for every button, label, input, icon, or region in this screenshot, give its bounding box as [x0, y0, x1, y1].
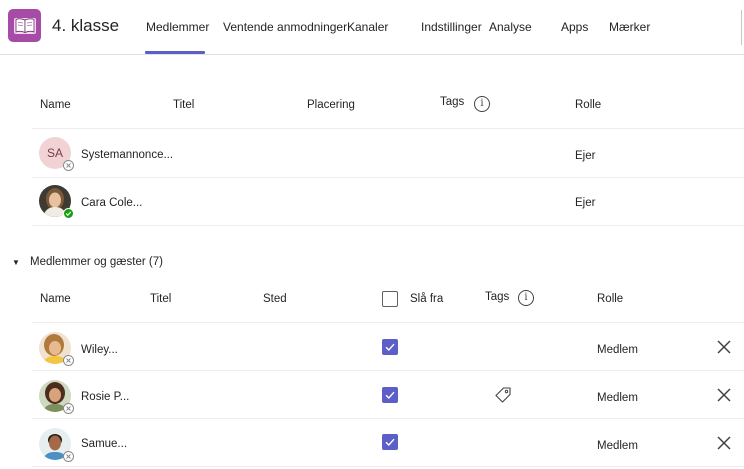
- row-divider: [32, 466, 744, 467]
- info-icon[interactable]: i: [474, 96, 490, 112]
- member-role[interactable]: Medlem: [597, 344, 638, 356]
- avatar[interactable]: [39, 185, 74, 219]
- member-name[interactable]: Samue...: [81, 438, 127, 450]
- col-header-tags[interactable]: Tags: [485, 291, 509, 303]
- avatar[interactable]: [39, 380, 74, 414]
- member-role[interactable]: Medlem: [597, 440, 638, 452]
- col-header-location[interactable]: Placering: [307, 99, 355, 111]
- checkmark-icon: [385, 391, 395, 400]
- col-header-name[interactable]: Name: [40, 99, 71, 111]
- row-divider: [32, 225, 744, 226]
- info-icon[interactable]: i: [518, 290, 534, 306]
- offline-status-icon: [63, 355, 74, 366]
- close-icon: [717, 340, 731, 354]
- checkmark-icon: [385, 343, 395, 352]
- member-name[interactable]: Systemannonce...: [81, 149, 173, 161]
- row-divider: [32, 322, 744, 323]
- mute-checkbox[interactable]: [382, 434, 398, 450]
- row-divider: [32, 370, 744, 371]
- tab-kanaler[interactable]: Kanaler: [347, 20, 388, 34]
- mute-checkbox[interactable]: [382, 339, 398, 355]
- tab-indstillinger[interactable]: Indstillinger: [421, 20, 482, 34]
- row-divider: [32, 177, 744, 178]
- tab-analyse[interactable]: Analyse: [489, 20, 532, 34]
- member-role[interactable]: Ejer: [575, 197, 595, 209]
- remove-member-button[interactable]: [716, 387, 732, 403]
- tab-ventende-anmodninger[interactable]: Ventende anmodninger: [223, 20, 347, 34]
- members-section-label[interactable]: Medlemmer og gæster (7): [30, 256, 163, 268]
- tab-maerker[interactable]: Mærker: [609, 20, 650, 34]
- member-role[interactable]: Ejer: [575, 150, 595, 162]
- col-header-tags[interactable]: Tags: [440, 96, 464, 108]
- close-icon: [717, 436, 731, 450]
- mute-checkbox[interactable]: [382, 387, 398, 403]
- member-name[interactable]: Rosie P...: [81, 391, 129, 403]
- team-header: 4. klasse Medlemmer Ventende anmodninger…: [0, 0, 744, 55]
- avatar[interactable]: SA: [39, 137, 74, 171]
- offline-status-icon: [63, 160, 74, 171]
- member-name[interactable]: Cara Cole...: [81, 197, 142, 209]
- offline-status-icon: [63, 451, 74, 462]
- book-icon: [8, 9, 41, 42]
- member-role[interactable]: Medlem: [597, 392, 638, 404]
- remove-member-button[interactable]: [716, 339, 732, 355]
- tab-medlemmer[interactable]: Medlemmer: [146, 20, 209, 34]
- close-icon: [717, 388, 731, 402]
- col-header-role[interactable]: Rolle: [597, 293, 623, 305]
- remove-member-button[interactable]: [716, 435, 732, 451]
- header-divider: [741, 10, 742, 45]
- avatar[interactable]: [39, 428, 74, 462]
- tab-apps[interactable]: Apps: [561, 20, 588, 34]
- avatar[interactable]: [39, 332, 74, 366]
- col-header-name[interactable]: Name: [40, 293, 71, 305]
- col-header-location[interactable]: Sted: [263, 293, 287, 305]
- active-tab-indicator: [145, 51, 205, 54]
- col-header-role[interactable]: Rolle: [575, 99, 601, 111]
- col-header-mute[interactable]: Slå fra: [410, 293, 443, 305]
- team-title: 4. klasse: [52, 16, 120, 35]
- row-divider: [32, 418, 744, 419]
- tag-icon[interactable]: [494, 386, 512, 404]
- col-header-title[interactable]: Titel: [173, 99, 194, 111]
- member-name[interactable]: Wiley...: [81, 344, 118, 356]
- mute-all-checkbox[interactable]: [382, 291, 398, 307]
- checkmark-icon: [385, 438, 395, 447]
- offline-status-icon: [63, 403, 74, 414]
- available-status-icon: [63, 208, 74, 219]
- col-header-title[interactable]: Titel: [150, 293, 171, 305]
- caret-down-icon[interactable]: ▼: [12, 258, 20, 267]
- row-divider: [32, 128, 744, 129]
